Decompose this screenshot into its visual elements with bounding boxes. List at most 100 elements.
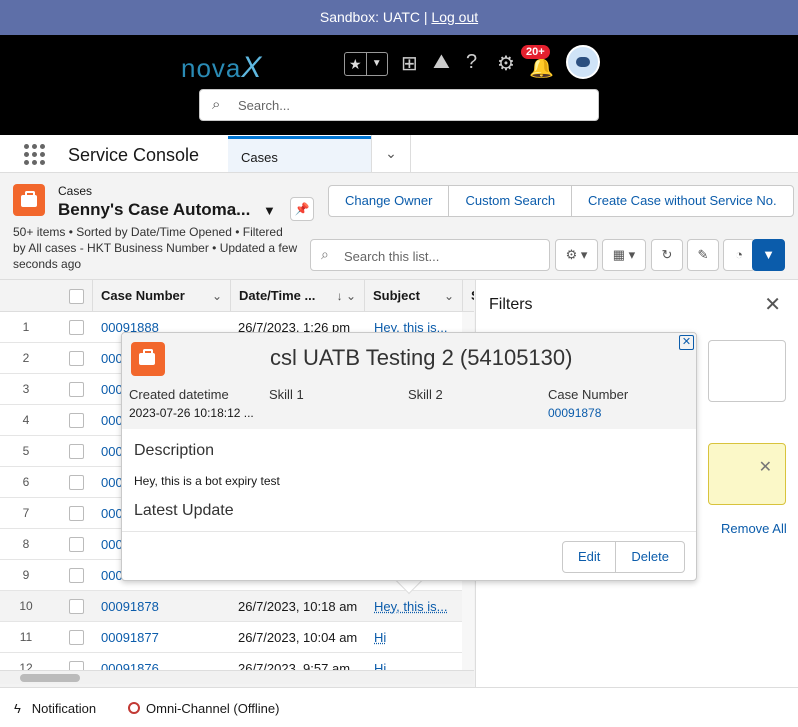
lightning-icon: ϟ xyxy=(14,701,21,716)
omni-channel-utility[interactable]: Omni-Channel (Offline) xyxy=(128,701,279,716)
close-icon[interactable]: ✕ xyxy=(679,335,694,350)
case-number-link[interactable]: 00091878 xyxy=(548,406,601,420)
case-number-link[interactable]: 000 xyxy=(101,475,123,490)
logout-link[interactable]: Log out xyxy=(431,9,478,25)
sandbox-label: Sandbox: UATC | xyxy=(319,9,428,25)
star-icon[interactable]: ★ xyxy=(345,53,366,75)
column-s[interactable]: S xyxy=(462,280,474,312)
horizontal-scrollbar[interactable] xyxy=(0,670,474,684)
filter-icon[interactable]: ▼ xyxy=(752,239,785,271)
case-number-link[interactable]: 000 xyxy=(101,413,123,428)
list-actions: Change Owner Custom Search Create Case w… xyxy=(328,185,794,217)
field-label: Skill 2 xyxy=(408,387,443,402)
row-number: 9 xyxy=(22,568,30,582)
row-checkbox[interactable] xyxy=(69,413,84,428)
pin-icon[interactable]: 📌 xyxy=(290,197,314,221)
list-view-picker-icon[interactable]: ▼ xyxy=(263,203,276,218)
case-number-link[interactable]: 000 xyxy=(101,351,123,366)
sort-arrow-icon: ↓ ⌄ xyxy=(336,289,356,303)
case-number-link[interactable]: 000 xyxy=(101,506,123,521)
latest-update-heading: Latest Update xyxy=(134,502,234,519)
notification-badge: 20+ xyxy=(521,45,550,59)
select-all-checkbox[interactable] xyxy=(69,289,84,304)
table-row[interactable]: 12 00091876 26/7/2023, 9:57 am Hi xyxy=(0,653,462,670)
change-owner-button[interactable]: Change Owner xyxy=(329,186,448,216)
help-icon[interactable]: ? xyxy=(466,51,477,74)
table-row[interactable]: 10 00091878 26/7/2023, 10:18 am Hey, this i… xyxy=(0,591,462,622)
refresh-icon[interactable]: ↻ xyxy=(651,239,683,271)
delete-button[interactable]: Delete xyxy=(615,542,684,572)
gear-icon[interactable]: ⚙ xyxy=(497,51,515,76)
favorites-button[interactable]: ★ ▼ xyxy=(344,52,388,76)
column-subject[interactable]: Subject ⌄ xyxy=(364,280,462,312)
filter-item-modified[interactable]: ✕ xyxy=(708,443,786,505)
subject-link[interactable]: Hi xyxy=(374,661,386,670)
avatar[interactable] xyxy=(566,45,600,79)
chevron-down-icon[interactable]: ▼ xyxy=(365,53,388,75)
row-checkbox[interactable] xyxy=(69,568,84,583)
field-label: Case Number xyxy=(548,387,629,402)
list-view-title[interactable]: Benny's Case Automa... xyxy=(58,200,250,220)
popover-actions: Edit Delete xyxy=(562,541,685,573)
case-number-link[interactable]: 000 xyxy=(101,568,123,583)
display-as-button[interactable]: ▦ ▾ xyxy=(602,239,646,271)
close-icon[interactable]: ✕ xyxy=(764,292,781,317)
create-case-button[interactable]: Create Case without Service No. xyxy=(571,186,793,216)
column-case-number[interactable]: Case Number ⌄ xyxy=(92,280,230,312)
column-date-time[interactable]: Date/Time ... ↓ ⌄ xyxy=(230,280,364,312)
row-checkbox[interactable] xyxy=(69,475,84,490)
row-number: 2 xyxy=(22,351,30,365)
filters-title: Filters xyxy=(489,296,533,313)
row-checkbox[interactable] xyxy=(69,444,84,459)
row-number: 1 xyxy=(22,320,30,334)
row-number: 8 xyxy=(22,537,30,551)
date-opened: 26/7/2023, 9:57 am xyxy=(238,661,351,670)
custom-search-button[interactable]: Custom Search xyxy=(448,186,571,216)
chevron-down-icon: ⌄ xyxy=(443,289,454,303)
case-number-link[interactable]: 00091877 xyxy=(101,630,159,645)
row-checkbox[interactable] xyxy=(69,351,84,366)
row-checkbox[interactable] xyxy=(69,506,84,521)
case-number-link[interactable]: 00091878 xyxy=(101,599,159,614)
row-checkbox[interactable] xyxy=(69,320,84,335)
edit-button[interactable]: Edit xyxy=(563,542,615,572)
close-icon[interactable]: ✕ xyxy=(759,457,772,477)
filter-item[interactable] xyxy=(708,340,786,402)
row-checkbox[interactable] xyxy=(69,382,84,397)
notification-utility[interactable]: ϟ Notification xyxy=(14,701,96,716)
add-icon[interactable]: ⊞ xyxy=(401,51,418,76)
app-launcher-icon[interactable] xyxy=(24,144,46,166)
tab-menu-chevron-icon[interactable]: ⌄ xyxy=(371,135,411,172)
subject-link[interactable]: Hey, this is... xyxy=(374,599,447,614)
app-nav-bar: Service Console Cases ⌄ xyxy=(0,135,798,173)
table-row[interactable]: 11 00091877 26/7/2023, 10:04 am Hi xyxy=(0,622,462,653)
popover-header: csl UATB Testing 2 (54105130) ✕ Created … xyxy=(122,333,696,429)
case-number-link[interactable]: 000 xyxy=(101,382,123,397)
list-search-input[interactable]: ⌕ Search this list... xyxy=(310,239,550,271)
global-search-input[interactable]: ⌕ Search... xyxy=(199,89,599,121)
list-settings-button[interactable]: ⚙ ▾ xyxy=(555,239,598,271)
object-label: Cases xyxy=(58,184,93,198)
app-logo: novaX xyxy=(181,51,263,84)
row-checkbox[interactable] xyxy=(69,599,84,614)
tab-cases[interactable]: Cases xyxy=(228,136,371,172)
row-number: 5 xyxy=(22,444,30,458)
case-number-link[interactable]: 000 xyxy=(101,444,123,459)
row-checkbox[interactable] xyxy=(69,630,84,645)
row-number: 7 xyxy=(22,506,30,520)
popover-title[interactable]: csl UATB Testing 2 (54105130) xyxy=(270,345,572,371)
subject-link[interactable]: Hi xyxy=(374,630,386,645)
field-label: Skill 1 xyxy=(269,387,304,402)
case-number-link[interactable]: 00091876 xyxy=(101,661,159,670)
edit-list-icon[interactable]: ✎ xyxy=(687,239,719,271)
search-icon: ⌕ xyxy=(321,246,329,262)
remove-all-link[interactable]: Remove All xyxy=(721,521,787,536)
row-checkbox[interactable] xyxy=(69,661,84,670)
row-checkbox[interactable] xyxy=(69,537,84,552)
trailhead-icon[interactable]: ⛰ xyxy=(433,51,450,74)
table-header: Case Number⌄ Date/Time ...↓ ⌄ Subject⌄ S xyxy=(0,280,474,312)
chart-icon[interactable]: ◔ xyxy=(723,239,755,271)
date-opened: 26/7/2023, 10:04 am xyxy=(238,630,358,645)
case-number-link[interactable]: 000 xyxy=(101,537,123,552)
popover-footer: Edit Delete xyxy=(122,531,696,580)
